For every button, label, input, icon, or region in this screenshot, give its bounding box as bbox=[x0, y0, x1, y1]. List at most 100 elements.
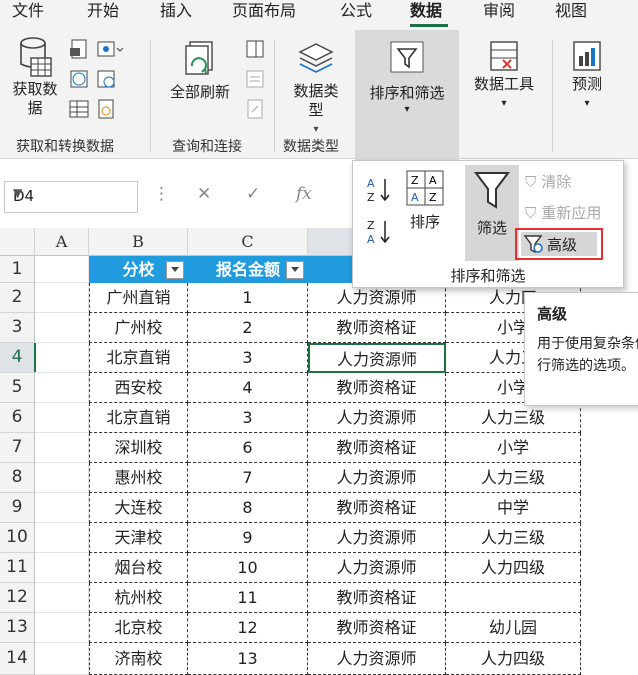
clear-button[interactable]: ⛉ 清除 bbox=[525, 171, 571, 192]
table-header-cell[interactable]: 报名金额 bbox=[188, 256, 308, 283]
row-header[interactable]: 4 bbox=[0, 343, 36, 373]
table-cell[interactable] bbox=[35, 613, 89, 643]
existing-connections-icon[interactable] bbox=[95, 98, 117, 124]
table-cell[interactable]: 济南校 bbox=[89, 643, 188, 675]
row-header[interactable]: 13 bbox=[0, 613, 35, 643]
table-cell[interactable] bbox=[35, 583, 89, 613]
row-header[interactable]: 1 bbox=[0, 256, 35, 283]
sort-dialog-button[interactable]: ZA AZ 排序 bbox=[403, 169, 447, 232]
table-cell[interactable]: 4 bbox=[188, 373, 308, 403]
table-cell[interactable]: 天津校 bbox=[89, 523, 188, 553]
row-header[interactable]: 10 bbox=[0, 523, 35, 553]
sort-filter-button[interactable]: 排序和筛选 ▾ bbox=[355, 30, 459, 160]
select-all-corner[interactable] bbox=[0, 228, 35, 256]
table-cell[interactable]: 人力资源师 bbox=[308, 643, 446, 675]
from-text-icon[interactable] bbox=[68, 38, 90, 64]
table-cell[interactable]: 人力四级 bbox=[446, 553, 581, 583]
table-cell[interactable] bbox=[35, 403, 89, 433]
table-cell[interactable]: 烟台校 bbox=[89, 553, 188, 583]
filter-button[interactable]: 筛选 bbox=[465, 165, 519, 261]
from-picture-icon[interactable] bbox=[95, 38, 125, 64]
row-header[interactable]: 3 bbox=[0, 313, 35, 343]
table-cell[interactable]: 6 bbox=[188, 433, 308, 463]
name-box[interactable]: D4 ▼ bbox=[4, 181, 138, 213]
table-cell[interactable]: 3 bbox=[188, 403, 308, 433]
table-cell[interactable]: 人力三级 bbox=[446, 463, 581, 493]
row-header[interactable]: 2 bbox=[0, 283, 35, 313]
sort-ascending-button[interactable]: A Z bbox=[365, 175, 395, 209]
table-cell[interactable]: 人力三级 bbox=[446, 403, 581, 433]
table-cell[interactable]: 北京直销 bbox=[89, 343, 188, 373]
enter-icon[interactable]: ✓ bbox=[246, 184, 260, 204]
table-cell[interactable]: 教师资格证 bbox=[308, 583, 446, 613]
table-cell[interactable] bbox=[35, 256, 89, 283]
table-cell[interactable]: 小学 bbox=[446, 433, 581, 463]
tab-page-layout[interactable]: 页面布局 bbox=[232, 0, 296, 22]
table-cell[interactable]: 广州直销 bbox=[89, 283, 188, 313]
table-cell[interactable]: 教师资格证 bbox=[308, 493, 446, 523]
row-header[interactable]: 8 bbox=[0, 463, 35, 493]
data-types-button[interactable]: 数据类 型 ▾ bbox=[284, 38, 348, 140]
table-cell[interactable]: 人力三级 bbox=[446, 523, 581, 553]
row-header[interactable]: 12 bbox=[0, 583, 35, 613]
cancel-icon[interactable]: ✕ bbox=[197, 184, 211, 204]
data-tools-button[interactable]: 数据工具 ▾ bbox=[466, 38, 542, 114]
sort-descending-button[interactable]: Z A bbox=[365, 217, 395, 251]
table-cell[interactable] bbox=[446, 583, 581, 613]
get-data-button[interactable]: 获取数 据 bbox=[6, 36, 64, 118]
table-cell[interactable] bbox=[35, 343, 89, 373]
table-cell[interactable]: 9 bbox=[188, 523, 308, 553]
chevron-down-icon[interactable]: ▼ bbox=[13, 186, 129, 200]
advanced-button[interactable]: 高级 bbox=[521, 232, 597, 256]
tab-formulas[interactable]: 公式 bbox=[340, 0, 372, 22]
from-table-icon[interactable] bbox=[68, 98, 90, 124]
table-cell[interactable]: 人力资源师 bbox=[308, 343, 446, 373]
table-cell[interactable]: 10 bbox=[188, 553, 308, 583]
table-cell[interactable] bbox=[35, 283, 89, 313]
table-cell[interactable]: 人力资源师 bbox=[308, 523, 446, 553]
column-header-c[interactable]: C bbox=[188, 228, 308, 256]
table-cell[interactable]: 1 bbox=[188, 283, 308, 313]
forecast-button[interactable]: 预测 ▾ bbox=[560, 38, 614, 114]
row-header[interactable]: 7 bbox=[0, 433, 35, 463]
table-cell[interactable]: 杭州校 bbox=[89, 583, 188, 613]
table-cell[interactable]: 幼儿园 bbox=[446, 613, 581, 643]
table-cell[interactable]: 13 bbox=[188, 643, 308, 675]
table-cell[interactable]: 西安校 bbox=[89, 373, 188, 403]
table-cell[interactable]: 人力四级 bbox=[446, 643, 581, 675]
table-cell[interactable]: 人力资源师 bbox=[308, 553, 446, 583]
table-cell[interactable]: 8 bbox=[188, 493, 308, 523]
table-cell[interactable] bbox=[35, 373, 89, 403]
tab-file[interactable]: 文件 bbox=[12, 0, 44, 22]
from-web-icon[interactable] bbox=[68, 68, 90, 94]
reapply-button[interactable]: ⛉ 重新应用 bbox=[525, 202, 601, 223]
table-cell[interactable] bbox=[35, 313, 89, 343]
edit-links-icon[interactable] bbox=[244, 98, 266, 124]
row-header[interactable]: 9 bbox=[0, 493, 35, 523]
row-header[interactable]: 5 bbox=[0, 373, 35, 403]
row-header[interactable]: 14 bbox=[0, 643, 35, 675]
table-cell[interactable] bbox=[35, 493, 89, 523]
table-cell[interactable]: 北京直销 bbox=[89, 403, 188, 433]
tab-review[interactable]: 审阅 bbox=[483, 0, 515, 22]
table-cell[interactable]: 人力资源师 bbox=[308, 403, 446, 433]
table-cell[interactable]: 11 bbox=[188, 583, 308, 613]
table-cell[interactable]: 大连校 bbox=[89, 493, 188, 523]
table-cell[interactable]: 人力资源师 bbox=[308, 463, 446, 493]
tab-data[interactable]: 数据 bbox=[410, 0, 442, 22]
table-cell[interactable]: 惠州校 bbox=[89, 463, 188, 493]
queries-connections-icon[interactable] bbox=[244, 38, 266, 64]
table-cell[interactable]: 3 bbox=[188, 343, 308, 373]
table-cell[interactable]: 深圳校 bbox=[89, 433, 188, 463]
table-header-cell[interactable]: 分校 bbox=[89, 256, 188, 283]
filter-dropdown-icon[interactable] bbox=[286, 261, 304, 279]
table-cell[interactable]: 北京校 bbox=[89, 613, 188, 643]
insert-function-icon[interactable]: fx bbox=[296, 184, 312, 204]
recent-sources-icon[interactable] bbox=[95, 68, 117, 94]
table-cell[interactable]: 12 bbox=[188, 613, 308, 643]
table-cell[interactable] bbox=[35, 433, 89, 463]
column-header-b[interactable]: B bbox=[89, 228, 188, 256]
table-cell[interactable] bbox=[35, 553, 89, 583]
row-header[interactable]: 11 bbox=[0, 553, 35, 583]
table-cell[interactable]: 教师资格证 bbox=[308, 313, 446, 343]
